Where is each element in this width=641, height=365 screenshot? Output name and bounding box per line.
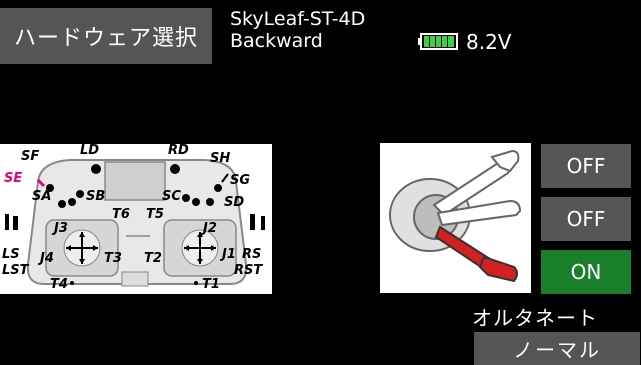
- label-t4: T4: [50, 277, 68, 292]
- label-rd: RD: [168, 144, 189, 158]
- battery-icon: [418, 33, 458, 50]
- alternate-label: オルタネート: [472, 306, 598, 330]
- label-sg: SG: [230, 173, 250, 188]
- transmitter-svg: SF LD RD SH SG SA SB SC SD T6 T5 J3 J2 J…: [2, 143, 265, 292]
- label-ld: LD: [80, 144, 99, 158]
- label-sa: SA: [32, 189, 51, 204]
- model-info: SkyLeaf-ST-4D Backward: [230, 8, 365, 52]
- model-name: SkyLeaf-ST-4D: [230, 8, 366, 30]
- label-sh: SH: [210, 151, 230, 166]
- transmitter-diagram: SF LD RD SH SG SA SB SC SD T6 T5 J3 J2 J…: [0, 143, 272, 294]
- three-position-switch-icon: [389, 149, 522, 283]
- label-rs: RS: [242, 247, 261, 262]
- label-rst: RST: [234, 263, 263, 278]
- switch-position-up-button[interactable]: OFF: [541, 144, 631, 188]
- label-sc: SC: [162, 189, 181, 204]
- label-t1: T1: [202, 277, 220, 292]
- model-direction: Backward: [230, 30, 323, 52]
- mode-normal-button[interactable]: ノーマル: [474, 332, 640, 365]
- label-sf: SF: [21, 149, 39, 164]
- switch-position-down-button[interactable]: ON: [541, 250, 631, 294]
- label-ls: LS: [2, 247, 20, 262]
- label-j2: J2: [200, 221, 217, 236]
- label-sb: SB: [86, 189, 105, 204]
- battery-voltage: 8.2V: [466, 30, 512, 54]
- label-j3: J3: [51, 221, 68, 236]
- label-t5: T5: [146, 207, 164, 222]
- label-t3: T3: [104, 251, 122, 266]
- label-t6: T6: [112, 207, 130, 222]
- label-sd: SD: [224, 195, 244, 210]
- label-lst: LST: [2, 263, 30, 278]
- label-se: SE: [4, 171, 22, 186]
- label-j1: J1: [219, 247, 236, 262]
- hardware-select-button[interactable]: ハードウェア選択: [0, 8, 212, 64]
- label-t2: T2: [144, 251, 162, 266]
- label-j4: J4: [37, 251, 54, 266]
- switch-illustration: [380, 143, 531, 293]
- switch-position-center-button[interactable]: OFF: [541, 197, 631, 241]
